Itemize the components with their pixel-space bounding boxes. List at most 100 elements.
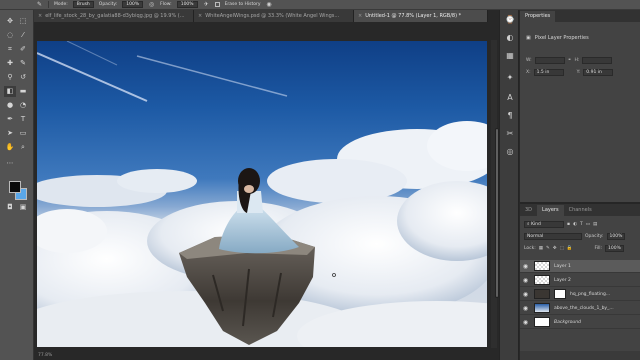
visibility-eye-icon[interactable]: ◉ [520,263,531,270]
filter-adjust-icon[interactable]: ◐ [573,222,577,227]
lock-pixels-icon[interactable]: ▦ [539,246,543,251]
brush-presets-icon[interactable]: ✦ [504,72,516,84]
layer-name[interactable]: Layer 2 [554,278,571,283]
blur-tool-icon[interactable]: ● [4,100,16,111]
lock-artboard-icon[interactable]: ⬚ [560,246,564,251]
kind-filter-dropdown[interactable]: ⌕ Kind [524,221,564,228]
dodge-tool-icon[interactable]: ◔ [17,100,29,111]
move-tool-icon[interactable]: ✥ [4,16,16,27]
shape-tool-icon[interactable]: ▭ [17,128,29,139]
healing-tool-icon[interactable]: ✚ [4,58,16,69]
type-tool-icon[interactable]: T [17,114,29,125]
layer-name[interactable]: Layer 1 [554,264,571,269]
quick-mask-icon[interactable]: ◘ [4,202,16,213]
opacity-input[interactable]: 100% [122,1,144,8]
lasso-tool-icon[interactable]: ◌ [4,30,16,41]
zoom-tool-icon[interactable]: ⌕ [17,142,29,153]
visibility-eye-icon[interactable]: ◉ [520,319,531,326]
tools-presets-icon[interactable]: ✂ [504,128,516,140]
brush-tool-panel-icon[interactable]: ✎ [17,58,29,69]
width-field[interactable] [534,57,565,64]
erase-history-checkbox[interactable] [214,2,220,7]
airbrush-icon[interactable]: ✈ [203,1,210,8]
clone-stamp-tool-icon[interactable]: ⚲ [4,72,16,83]
layer-row-above-clouds[interactable]: ◉ above_the_clouds_1_by_... [520,302,640,315]
tool-panel: ✥ ⬚ ◌ ⁄ ⌗ ✐ ✚ ✎ ⚲ ↺ ◧ ▬ ● ◔ ✒ T ➤ ▭ ✋ ⌕ … [0,10,34,360]
gradient-tool-icon[interactable]: ▬ [17,86,29,97]
lock-paint-icon[interactable]: ✎ [546,246,550,251]
layer-name[interactable]: hq_png_floating... [570,292,610,297]
close-icon[interactable]: × [38,13,42,19]
filter-pixel-icon[interactable]: ▪ [567,222,570,227]
close-icon[interactable]: × [358,13,362,19]
visibility-eye-icon[interactable]: ◉ [520,291,531,298]
tab-label: WhiteAngelWings.psd @ 33.3% (White Angel… [205,13,340,19]
kind-filter-label: Kind [530,222,541,227]
history-brush-tool-icon[interactable]: ↺ [17,72,29,83]
tab-properties[interactable]: Properties [520,11,556,22]
layer-thumbnail [534,303,550,313]
path-select-tool-icon[interactable]: ➤ [4,128,16,139]
height-field[interactable] [582,57,613,64]
character-panel-icon[interactable]: A [504,92,516,104]
paragraph-panel-icon[interactable]: ¶ [504,110,516,122]
panel-icon-strip: ⌚ ◐ ▦ ✦ A ¶ ✂ ◎ [499,10,519,360]
pressure-opacity-icon[interactable]: ◎ [148,1,155,8]
tab-3d[interactable]: 3D [520,205,537,216]
h-label: H: [574,58,580,63]
adjustments-panel-icon[interactable]: ◎ [504,146,516,158]
y-field[interactable]: 0.91 in [583,69,614,76]
x-field[interactable]: 1.5 in [533,69,564,76]
tab-layers[interactable]: Layers [537,205,564,216]
history-panel-icon[interactable]: ⌚ [504,14,516,26]
tab-untitled-1[interactable]: × Untitled-1 @ 77.8% (Layer 1, RGB/8) * [354,10,488,22]
fill-input[interactable]: 100% [605,245,624,252]
layer-row-background[interactable]: ◉ Background [520,316,640,329]
visibility-eye-icon[interactable]: ◉ [520,277,531,284]
layer-opacity-input[interactable]: 100% [606,233,626,240]
link-icon[interactable]: ⚭ [568,58,572,63]
visibility-eye-icon[interactable]: ◉ [520,305,531,312]
layer-row-floating[interactable]: ◉ hq_png_floating... [520,288,640,301]
filter-smart-icon[interactable]: ▤ [593,222,597,227]
more-tools-icon[interactable]: ⋯ [4,158,16,169]
properties-header: ▣ Pixel Layer Properties [526,35,589,41]
hand-tool-icon[interactable]: ✋ [4,142,16,153]
layer-row-layer-1[interactable]: ◉ Layer 1 [520,260,640,273]
image-canvas[interactable] [37,41,487,347]
lock-all-icon[interactable]: 🔒 [567,246,573,251]
tab-white-angel-wings[interactable]: × WhiteAngelWings.psd @ 33.3% (White Ange… [194,10,354,22]
layer-thumbnail [534,261,550,271]
foreground-color-swatch[interactable] [9,181,21,193]
swatches-panel-icon[interactable]: ▦ [504,50,516,62]
layer-mask-thumbnail[interactable] [554,289,566,299]
layer-row-layer-2[interactable]: ◉ Layer 2 [520,274,640,287]
eraser-tool-icon[interactable]: ◧ [4,86,16,97]
layer-name[interactable]: above_the_clouds_1_by_... [554,306,614,311]
layers-footer [520,351,640,360]
mode-dropdown[interactable]: Brush [72,1,94,8]
pen-tool-icon[interactable]: ✒ [4,114,16,125]
lock-position-icon[interactable]: ✥ [553,246,557,251]
composite-image [37,41,487,347]
filter-shape-icon[interactable]: ▭ [586,222,590,227]
tab-channels[interactable]: Channels [564,205,597,216]
quick-select-tool-icon[interactable]: ⁄ [17,30,29,41]
pressure-size-icon[interactable]: ◉ [266,1,273,8]
close-icon[interactable]: × [198,13,202,19]
blend-mode-dropdown[interactable]: Normal [524,233,582,240]
color-panel-icon[interactable]: ◐ [504,32,516,44]
flow-input[interactable]: 100% [176,1,198,8]
layer-thumbnail [534,317,550,327]
layer-name[interactable]: Background [554,320,581,325]
filter-type-icon[interactable]: T [580,222,583,227]
zoom-level[interactable]: 77.8% [38,353,52,358]
brush-tool-icon[interactable]: ✎ [36,1,43,8]
screen-mode-icon[interactable]: ▣ [17,202,29,213]
tab-elf-stock[interactable]: × elf_life_stock_28_by_galatia88-d3ybiqg.… [34,10,194,22]
pixel-layer-icon: ▣ [526,35,531,41]
marquee-tool-icon[interactable]: ⬚ [17,16,29,27]
crop-tool-icon[interactable]: ⌗ [4,44,16,55]
vertical-scrollbar[interactable] [491,40,499,348]
eyedropper-tool-icon[interactable]: ✐ [17,44,29,55]
